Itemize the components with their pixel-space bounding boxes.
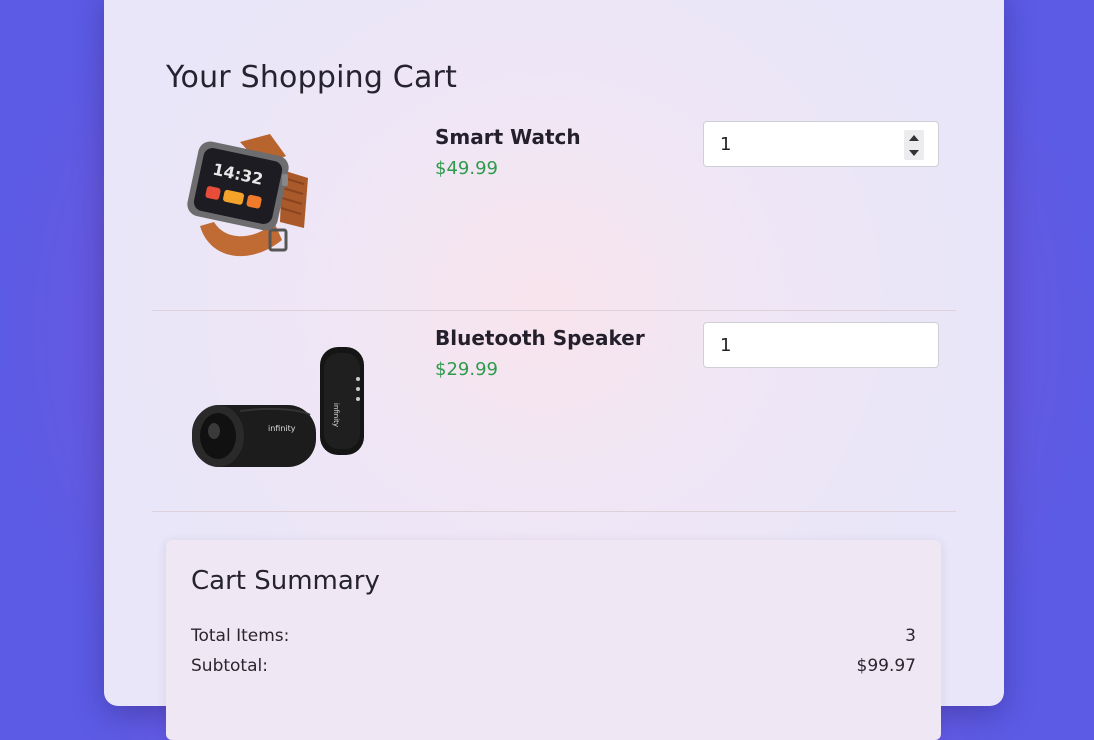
quantity-input[interactable]: 1 (703, 121, 939, 167)
quantity-value: 1 (720, 335, 732, 356)
quantity-stepper[interactable] (904, 130, 924, 160)
item-name: Bluetooth Speaker (435, 326, 645, 350)
smart-watch-image: 14:32 (170, 130, 370, 280)
item-price: $49.99 (435, 158, 498, 179)
subtotal-label: Subtotal: (191, 656, 268, 676)
subtotal-value: $99.97 (856, 656, 916, 676)
total-items-label: Total Items: (191, 626, 290, 646)
quantity-value: 1 (720, 134, 732, 155)
cart-summary: Cart Summary Total Items: 3 Subtotal: $9… (166, 540, 941, 740)
bluetooth-speaker-image: infinity infinity (170, 331, 370, 481)
cart-item: infinity infinity Bluetooth Speaker $29.… (152, 311, 956, 512)
summary-title: Cart Summary (191, 566, 380, 596)
page-title: Your Shopping Cart (166, 60, 458, 95)
total-items-row: Total Items: 3 (191, 626, 916, 650)
subtotal-row: Subtotal: $99.97 (191, 656, 916, 680)
cart-item: 14:32 Smart Watch $49.99 1 (152, 110, 956, 311)
quantity-input[interactable]: 1 (703, 322, 939, 368)
item-name: Smart Watch (435, 125, 581, 149)
decrement-icon[interactable] (904, 145, 924, 160)
svg-text:infinity: infinity (332, 403, 340, 427)
svg-text:infinity: infinity (268, 424, 296, 433)
total-items-value: 3 (905, 626, 916, 646)
cart-card: Your Shopping Cart 14:32 Smart Watch $49… (104, 0, 1004, 740)
increment-icon[interactable] (904, 130, 924, 145)
item-price: $29.99 (435, 359, 498, 380)
